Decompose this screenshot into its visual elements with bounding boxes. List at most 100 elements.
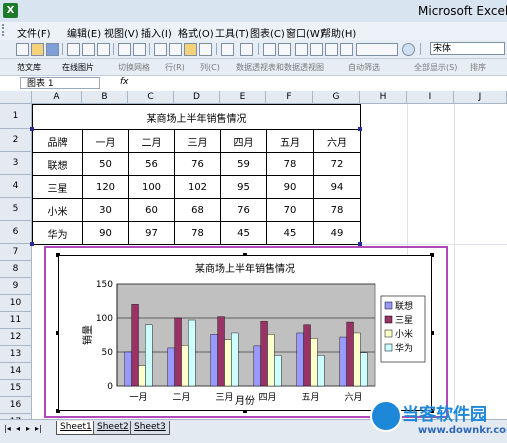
table-cell[interactable]: 97	[128, 221, 175, 245]
table-title[interactable]: 某商场上半年销售情况	[31, 104, 362, 130]
header-cell[interactable]: 二月	[128, 129, 175, 153]
online-pictures-button[interactable]: 在线图片	[62, 62, 94, 73]
header-cell[interactable]: 六月	[312, 129, 362, 153]
copy-icon[interactable]	[169, 43, 182, 56]
menu-file[interactable]: 文件(F)	[17, 25, 51, 40]
row-header[interactable]: 1	[0, 104, 32, 129]
y-axis[interactable]: 0 50 100 150	[96, 280, 118, 392]
cut-icon[interactable]	[154, 43, 167, 56]
menu-window[interactable]: 窗口(W)	[286, 25, 324, 40]
row-header[interactable]: 3	[0, 152, 32, 175]
sort-ascending-icon[interactable]	[295, 43, 308, 56]
row-header[interactable]: 6	[0, 221, 32, 244]
table-cell[interactable]: 90	[266, 175, 314, 199]
first-sheet-arrow-icon[interactable]: |◂	[4, 424, 11, 433]
menu-edit[interactable]: 编辑(E)	[67, 25, 101, 40]
table-cell[interactable]: 72	[312, 152, 362, 176]
sheet-tab-2[interactable]: Sheet2	[93, 421, 133, 435]
sort-descending-icon[interactable]	[310, 43, 323, 56]
column-header[interactable]: J	[454, 91, 507, 104]
menu-tools[interactable]: 工具(T)	[215, 25, 249, 40]
table-cell[interactable]: 76	[220, 198, 267, 222]
column-header[interactable]: C	[128, 91, 174, 104]
row-header[interactable]: 7	[0, 244, 32, 261]
table-cell[interactable]: 56	[128, 152, 175, 176]
header-cell[interactable]: 一月	[82, 129, 129, 153]
insert-column-button[interactable]: 列(C)	[200, 62, 220, 73]
x-axis-label[interactable]: 月份	[235, 395, 255, 407]
excel-app-icon[interactable]: X	[3, 3, 18, 18]
table-cell[interactable]: 120	[82, 175, 129, 199]
zoom-box[interactable]	[356, 43, 398, 56]
table-cell[interactable]: 45	[220, 221, 267, 245]
header-cell[interactable]: 五月	[266, 129, 314, 153]
table-cell[interactable]: 59	[220, 152, 267, 176]
open-icon[interactable]	[31, 43, 44, 56]
table-cell[interactable]: 78	[312, 198, 362, 222]
chart-svg[interactable]: 某商场上半年销售情况 050100150 一月 二月 三月 四月 五月 六月 销量 月份 …	[59, 256, 431, 410]
name-box[interactable]: 图表 1	[20, 77, 100, 89]
save-icon[interactable]	[46, 43, 59, 56]
print-preview-icon[interactable]	[97, 43, 110, 56]
show-all-button[interactable]: 全部显示(S)	[414, 62, 457, 73]
column-header[interactable]: G	[313, 91, 360, 104]
table-cell[interactable]: 100	[128, 175, 175, 199]
menu-view[interactable]: 视图(V)	[104, 25, 139, 40]
redo-icon[interactable]	[240, 43, 253, 56]
table-cell[interactable]: 90	[82, 221, 129, 245]
range-handle[interactable]	[30, 242, 34, 246]
row-header[interactable]: 8	[0, 261, 32, 278]
menu-format[interactable]: 格式(O)	[178, 25, 214, 40]
row-header[interactable]: 14	[0, 363, 32, 380]
column-header[interactable]: I	[407, 91, 454, 104]
sheet-tab-1[interactable]: Sheet1	[56, 421, 96, 435]
chart-wizard-icon[interactable]	[325, 43, 338, 56]
header-cell[interactable]: 品牌	[32, 129, 83, 153]
row-header[interactable]: 5	[0, 198, 32, 221]
table-cell[interactable]: 94	[312, 175, 362, 199]
column-header[interactable]: H	[360, 91, 407, 104]
new-icon[interactable]	[16, 43, 29, 56]
toggle-grid-button[interactable]: 切换网格	[118, 62, 150, 73]
brand-cell[interactable]: 三星	[32, 175, 83, 199]
select-all-corner[interactable]	[0, 91, 32, 104]
table-cell[interactable]: 78	[266, 152, 314, 176]
header-cell[interactable]: 四月	[220, 129, 267, 153]
worksheet-grid[interactable]: A B C D E F G H I J 1 2 3 4 5 6 7 8 9 10…	[0, 91, 507, 419]
table-cell[interactable]: 30	[82, 198, 129, 222]
auto-filter-button[interactable]: 自动筛选	[348, 62, 380, 73]
column-header[interactable]: A	[32, 91, 82, 104]
spelling-icon[interactable]	[118, 43, 131, 56]
undo-icon[interactable]	[221, 43, 234, 56]
table-cell[interactable]: 78	[174, 221, 221, 245]
row-header[interactable]: 13	[0, 346, 32, 363]
fx-icon[interactable]: fx	[120, 77, 129, 87]
column-header[interactable]: B	[82, 91, 128, 104]
brand-cell[interactable]: 联想	[32, 152, 83, 176]
fanwenku-button[interactable]: 范文库	[17, 62, 41, 73]
column-header[interactable]: E	[220, 91, 266, 104]
paste-icon[interactable]	[184, 43, 197, 56]
table-cell[interactable]: 50	[82, 152, 129, 176]
print-icon[interactable]	[82, 43, 95, 56]
last-sheet-arrow-icon[interactable]: ▸|	[35, 424, 42, 433]
table-cell[interactable]: 68	[174, 198, 221, 222]
row-header[interactable]: 16	[0, 397, 32, 414]
row-header[interactable]: 4	[0, 175, 32, 198]
insert-row-button[interactable]: 行(R)	[165, 62, 185, 73]
plot-area[interactable]	[116, 283, 376, 387]
table-cell[interactable]: 76	[174, 152, 221, 176]
legend[interactable]: 联想三星小米华为	[380, 295, 426, 363]
font-name-box[interactable]: 宋体	[430, 42, 505, 55]
autosum-icon[interactable]	[278, 43, 291, 56]
research-icon[interactable]	[133, 43, 146, 56]
menu-grip-handle[interactable]	[2, 24, 12, 36]
row-header[interactable]: 2	[0, 129, 32, 152]
menu-insert[interactable]: 插入(I)	[141, 25, 172, 40]
format-painter-icon[interactable]	[199, 43, 212, 56]
drawing-icon[interactable]	[340, 43, 353, 56]
sort-button[interactable]: 排序	[470, 62, 486, 73]
row-header[interactable]: 15	[0, 380, 32, 397]
prev-sheet-arrow-icon[interactable]: ◂	[16, 424, 20, 433]
table-cell[interactable]: 49	[312, 221, 362, 245]
